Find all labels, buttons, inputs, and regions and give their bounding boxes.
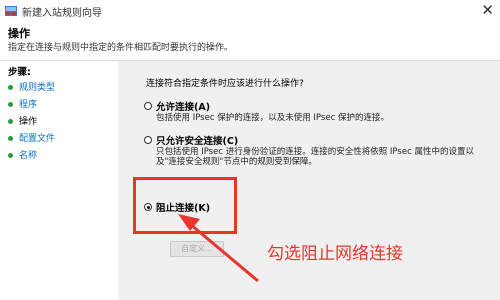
sidebar-item-name[interactable]: 名称	[8, 148, 37, 161]
page-description: 指定在连接与规则中指定的条件相匹配时要执行的操作。	[8, 43, 234, 53]
secure-connection-radio[interactable]: 只允许安全连接(C)	[144, 133, 238, 147]
sidebar-item-profile[interactable]: 配置文件	[8, 131, 55, 144]
radio-circle[interactable]	[144, 136, 152, 144]
annotation-text: 勾选阻止网络连接	[267, 244, 403, 264]
action-prompt: 连接符合指定条件时应该进行什么操作?	[146, 79, 304, 89]
close-icon[interactable]: ✕	[481, 1, 494, 19]
radio-circle[interactable]	[144, 102, 152, 110]
sidebar-item-label: 程序	[19, 100, 38, 110]
steps-sidebar: 步骤: 规则类型 程序 操作 配置文件 名称	[0, 61, 118, 300]
firewall-icon	[5, 6, 17, 16]
sidebar-item-program[interactable]: 程序	[8, 97, 37, 110]
step-bullet-icon	[8, 153, 13, 158]
allow-connection-desc: 包括使用 IPsec 保护的连接，以及未使用 IPsec 保护的连接。	[156, 113, 389, 123]
radio-label: 允许连接(A)	[156, 102, 211, 113]
sidebar-item-label: 名称	[19, 151, 38, 161]
sidebar-item-rule-type[interactable]: 规则类型	[8, 80, 55, 93]
step-bullet-icon	[8, 102, 13, 107]
steps-title: 步骤:	[8, 67, 31, 78]
secure-connection-desc: 只包括使用 IPsec 进行身份验证的连接。连接的安全性将依照 IPsec 属性…	[156, 147, 474, 167]
sidebar-item-label: 操作	[19, 117, 38, 127]
highlight-box	[133, 177, 237, 234]
sidebar-item-action[interactable]: 操作	[8, 114, 37, 127]
sidebar-item-label: 配置文件	[19, 134, 56, 144]
window-title: 新建入站规则向导	[22, 8, 102, 19]
sidebar-item-label: 规则类型	[19, 83, 56, 93]
title-bar: 新建入站规则向导 ✕	[0, 0, 500, 23]
step-bullet-icon	[8, 136, 13, 141]
step-bullet-icon	[8, 119, 13, 124]
radio-label: 只允许安全连接(C)	[156, 136, 239, 147]
page-title: 操作	[8, 27, 30, 40]
page-header: 操作 指定在连接与规则中指定的条件相匹配时要执行的操作。	[0, 22, 500, 61]
customize-button[interactable]: 自定义...	[170, 241, 224, 257]
allow-connection-radio[interactable]: 允许连接(A)	[144, 99, 210, 113]
step-bullet-icon	[8, 85, 13, 90]
